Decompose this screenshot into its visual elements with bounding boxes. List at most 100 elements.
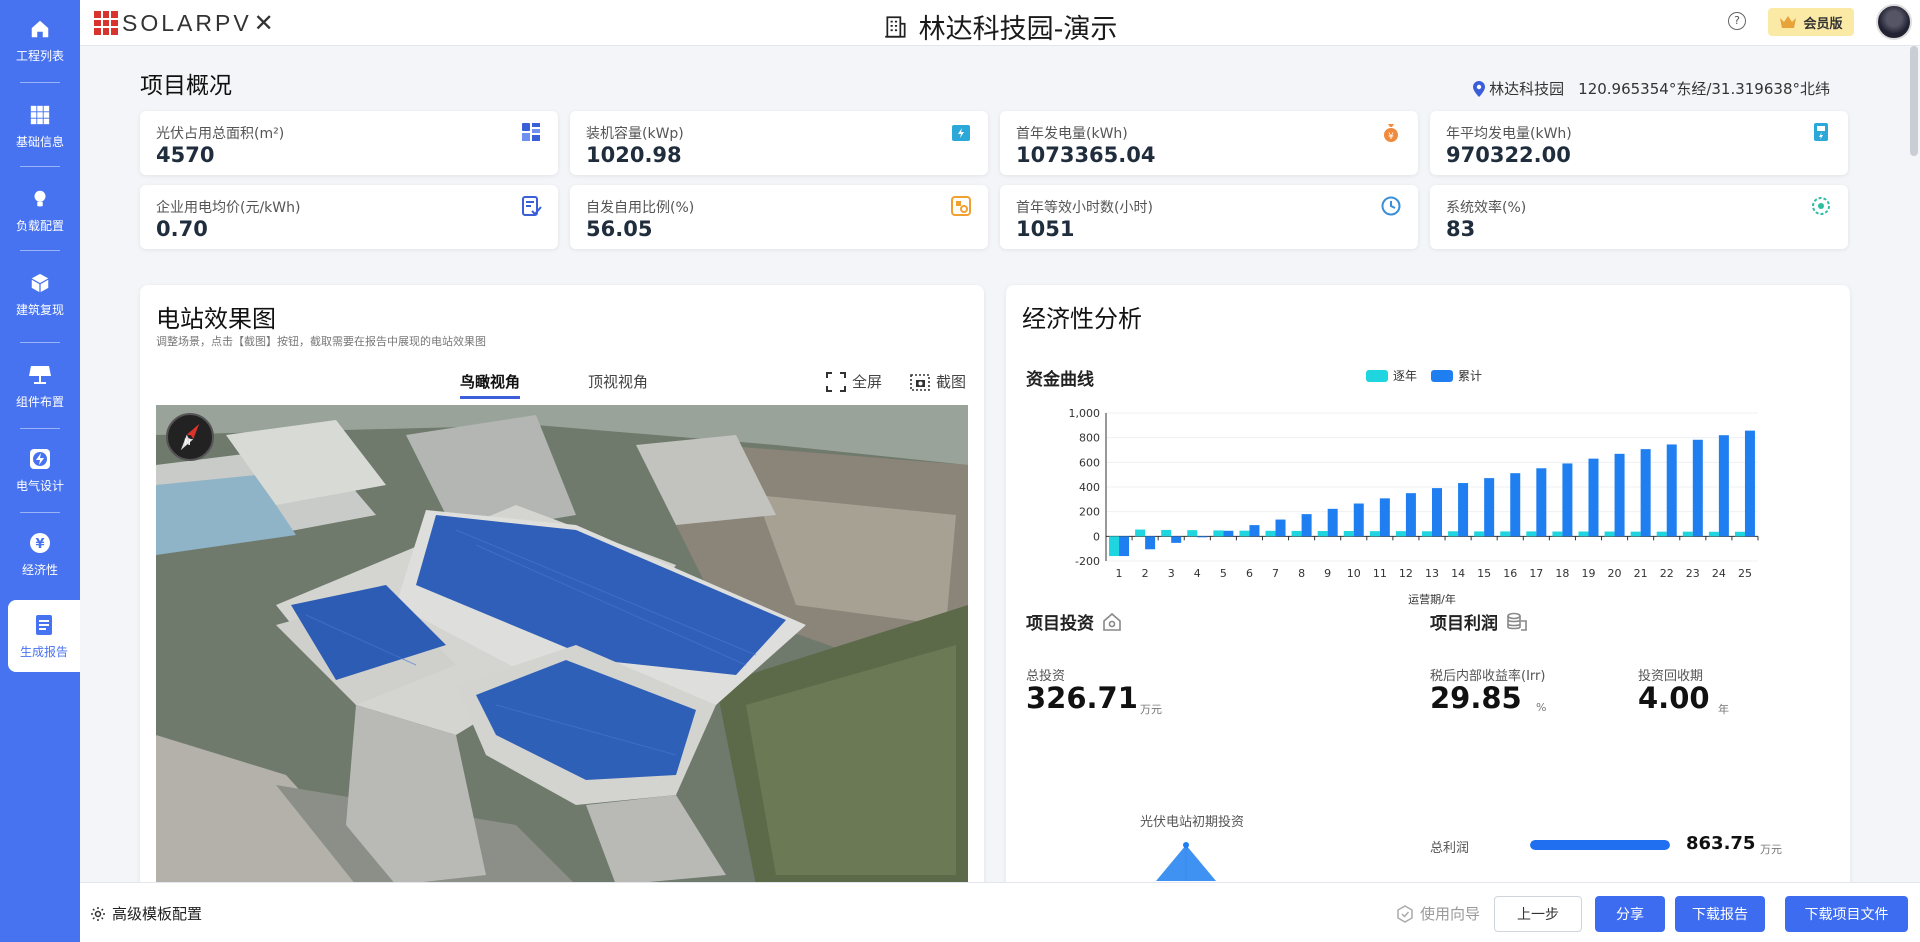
x-tick-label: 7 — [1272, 567, 1279, 580]
bar-yearly — [1161, 529, 1172, 537]
ratio-icon — [951, 196, 971, 216]
report-icon — [31, 612, 57, 638]
user-guide-button[interactable]: 使用向导 — [1396, 903, 1480, 924]
legend-item-cumulative[interactable]: 累计 — [1431, 367, 1482, 384]
stat-card-equivalent-hours: 首年等效小时数(小时) 1051 — [1000, 185, 1418, 249]
bar-yearly — [1422, 531, 1432, 537]
bar-cumulative — [1640, 449, 1651, 537]
divider — [20, 166, 60, 167]
bar-cumulative — [1301, 514, 1312, 537]
location-info: 林达科技园 120.965354°东经/31.319638°北纬 — [1473, 78, 1830, 99]
legend-item-yearly[interactable]: 逐年 — [1366, 367, 1417, 384]
previous-step-button[interactable]: 上一步 — [1494, 896, 1582, 932]
bar-yearly — [1630, 531, 1641, 537]
stat-value: 1073365.04 — [1016, 143, 1156, 167]
stat-card-capacity: 装机容量(kWp) 1020.98 — [570, 111, 988, 175]
x-tick-label: 9 — [1324, 567, 1331, 580]
grid-icon — [27, 102, 53, 128]
overview-title: 项目概况 — [140, 73, 232, 99]
x-tick-label: 15 — [1477, 567, 1491, 580]
stat-card-first-year-power: 首年发电量(kWh) 1073365.04 ¥ — [1000, 111, 1418, 175]
cube-icon — [27, 270, 53, 296]
stat-value: 1020.98 — [586, 143, 682, 167]
bulb-icon — [27, 186, 53, 212]
x-tick-label: 5 — [1220, 567, 1227, 580]
x-tick-label: 25 — [1738, 567, 1752, 580]
yen-icon: ¥ — [27, 530, 53, 556]
tab-aerial-view[interactable]: 鸟瞰视角 — [460, 371, 521, 399]
screenshot-button[interactable]: 截图 — [910, 371, 966, 392]
economics-title: 经济性分析 — [1022, 305, 1142, 333]
guide-label: 使用向导 — [1420, 905, 1481, 923]
gear-icon — [91, 906, 105, 921]
avatar[interactable] — [1876, 4, 1912, 40]
share-button[interactable]: 分享 — [1595, 896, 1665, 932]
sidebar-item-label: 生成报告 — [19, 645, 68, 659]
bar-yearly — [1213, 530, 1224, 537]
stat-value: 1051 — [1016, 217, 1075, 241]
download-report-button[interactable]: 下载报告 — [1675, 896, 1765, 932]
price-icon — [522, 196, 542, 216]
help-icon[interactable]: ? — [1728, 12, 1746, 30]
page-title: 林达科技园-演示 — [80, 7, 1920, 47]
bar-cumulative — [1536, 468, 1547, 537]
total-profit-unit: 万元 — [1760, 843, 1782, 856]
bar-yearly — [1656, 531, 1667, 537]
3d-scene-viewport[interactable]: N — [156, 405, 968, 882]
sidebar-item-economics[interactable]: ¥ 经济性 — [0, 518, 80, 590]
home-icon — [27, 16, 53, 42]
stat-value: 83 — [1446, 217, 1476, 241]
meter-icon — [1814, 123, 1828, 141]
station-view-card: 电站效果图 调整场景，点击【截图】按钮，截取需要在报告中展现的电站效果图 鸟瞰视… — [140, 285, 984, 882]
stat-value: 970322.00 — [1446, 143, 1571, 167]
project-title: 林达科技园-演示 — [918, 14, 1118, 45]
sidebar-item-label: 基础信息 — [15, 135, 64, 149]
sidebar-item-modules[interactable]: 组件布置 — [0, 350, 80, 422]
bar-cumulative — [1718, 435, 1729, 537]
main-content: 项目概况 林达科技园 120.965354°东经/31.319638°北纬 光伏… — [80, 46, 1908, 882]
x-tick-label: 8 — [1298, 567, 1305, 580]
bar-yearly — [1369, 531, 1380, 537]
vip-badge[interactable]: 会员版 — [1768, 8, 1854, 36]
sidebar-item-electrical[interactable]: 电气设计 — [0, 434, 80, 506]
stat-card-self-use-ratio: 自发自用比例(%) 56.05 — [570, 185, 988, 249]
aerial-scene-image — [156, 405, 968, 882]
coins-icon — [1507, 612, 1527, 631]
chart-legend: 逐年 累计 — [1366, 367, 1482, 384]
efficiency-icon — [1812, 197, 1830, 215]
x-tick-label: 17 — [1529, 567, 1543, 580]
advanced-template-config-button[interactable]: 高级模板配置 — [90, 903, 202, 924]
sidebar-item-report[interactable]: 生成报告 — [8, 600, 80, 672]
stat-value: 0.70 — [156, 217, 208, 241]
sidebar-item-building[interactable]: 建筑复现 — [0, 258, 80, 330]
bar-cumulative — [1379, 498, 1390, 537]
download-project-files-button[interactable]: 下载项目文件 — [1785, 896, 1908, 932]
location-name: 林达科技园 — [1489, 80, 1565, 98]
stat-label: 系统效率(%) — [1446, 200, 1527, 216]
bar-cumulative — [1744, 430, 1755, 537]
sidebar-item-project-list[interactable]: 工程列表 — [0, 4, 80, 76]
fullscreen-button[interactable]: 全屏 — [826, 371, 882, 392]
tab-top-view[interactable]: 顶视视角 — [588, 371, 648, 399]
stat-label: 首年发电量(kWh) — [1016, 126, 1128, 142]
svg-text:¥: ¥ — [35, 537, 44, 552]
solar-panel-icon — [27, 362, 53, 388]
sidebar-item-basic-info[interactable]: 基础信息 — [0, 90, 80, 162]
bar-yearly — [1343, 531, 1354, 537]
lightning-icon — [27, 446, 53, 472]
total-investment-value: 326.71 — [1026, 681, 1138, 715]
page-scrollbar[interactable] — [1910, 46, 1918, 156]
bar-yearly — [1552, 531, 1563, 537]
bar-cumulative — [1171, 536, 1182, 543]
x-tick-label: 1 — [1116, 567, 1123, 580]
money-bag-icon: ¥ — [1384, 124, 1398, 142]
profit-heading: 项目利润 — [1430, 609, 1528, 634]
total-profit-label: 总利润 — [1430, 841, 1470, 856]
sidebar-item-load-config[interactable]: 负载配置 — [0, 174, 80, 246]
bar-yearly — [1395, 531, 1406, 537]
crown-icon — [1780, 16, 1797, 28]
x-tick-label: 22 — [1660, 567, 1674, 580]
compass-icon[interactable]: N — [166, 413, 214, 461]
bar-yearly — [1239, 530, 1250, 537]
bar-cumulative — [1353, 503, 1364, 537]
